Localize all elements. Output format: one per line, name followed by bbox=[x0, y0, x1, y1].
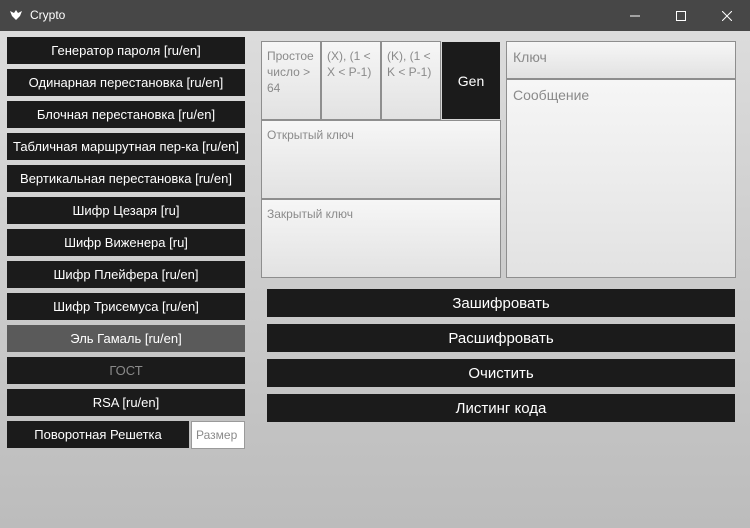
sidebar-item-vertical-permutation[interactable]: Вертикальная перестановка [ru/en] bbox=[7, 165, 245, 192]
key-input[interactable]: Ключ bbox=[506, 41, 736, 79]
sidebar-item-gost[interactable]: ГОСТ bbox=[7, 357, 245, 384]
k-input[interactable]: (K), (1 < K < P-1) bbox=[381, 41, 441, 120]
x-input[interactable]: (X), (1 < X < P-1) bbox=[321, 41, 381, 120]
public-key-field[interactable]: Открытый ключ bbox=[261, 120, 501, 199]
sidebar-item-vigenere[interactable]: Шифр Виженера [ru] bbox=[7, 229, 245, 256]
code-listing-button[interactable]: Листинг кода bbox=[267, 394, 735, 422]
message-field[interactable]: Сообщение bbox=[506, 79, 736, 278]
grille-size-input[interactable]: Размер bbox=[191, 421, 245, 449]
title-bar: Crypto bbox=[0, 0, 750, 31]
sidebar-item-single-permutation[interactable]: Одинарная перестановка [ru/en] bbox=[7, 69, 245, 96]
window-title: Crypto bbox=[30, 8, 66, 22]
prime-input[interactable]: Простое число > 64 bbox=[261, 41, 321, 120]
main-area: Генератор пароля [ru/en] Одинарная перес… bbox=[0, 31, 750, 528]
close-button[interactable] bbox=[704, 0, 750, 31]
maximize-icon bbox=[676, 10, 686, 21]
sidebar-item-block-permutation[interactable]: Блочная перестановка [ru/en] bbox=[7, 101, 245, 128]
close-icon bbox=[722, 10, 732, 21]
sidebar-item-rsa[interactable]: RSA [ru/en] bbox=[7, 389, 245, 416]
minimize-icon bbox=[630, 15, 640, 16]
sidebar-item-caesar[interactable]: Шифр Цезаря [ru] bbox=[7, 197, 245, 224]
private-key-field[interactable]: Закрытый ключ bbox=[261, 199, 501, 278]
clear-button[interactable]: Очистить bbox=[267, 359, 735, 387]
sidebar-item-password-generator[interactable]: Генератор пароля [ru/en] bbox=[7, 37, 245, 64]
maximize-button[interactable] bbox=[658, 0, 704, 31]
sidebar-item-trithemius[interactable]: Шифр Трисемуса [ru/en] bbox=[7, 293, 245, 320]
sidebar-item-rotating-grille[interactable]: Поворотная Решетка bbox=[7, 421, 189, 448]
decrypt-button[interactable]: Расшифровать bbox=[267, 324, 735, 352]
sidebar-item-elgamal[interactable]: Эль Гамаль [ru/en] bbox=[7, 325, 245, 352]
app-icon bbox=[10, 10, 22, 20]
encrypt-button[interactable]: Зашифровать bbox=[267, 289, 735, 317]
sidebar-item-table-route-permutation[interactable]: Табличная маршрутная пер-ка [ru/en] bbox=[7, 133, 245, 160]
minimize-button[interactable] bbox=[612, 0, 658, 31]
gen-button[interactable]: Gen bbox=[442, 42, 500, 119]
sidebar-item-playfair[interactable]: Шифр Плейфера [ru/en] bbox=[7, 261, 245, 288]
